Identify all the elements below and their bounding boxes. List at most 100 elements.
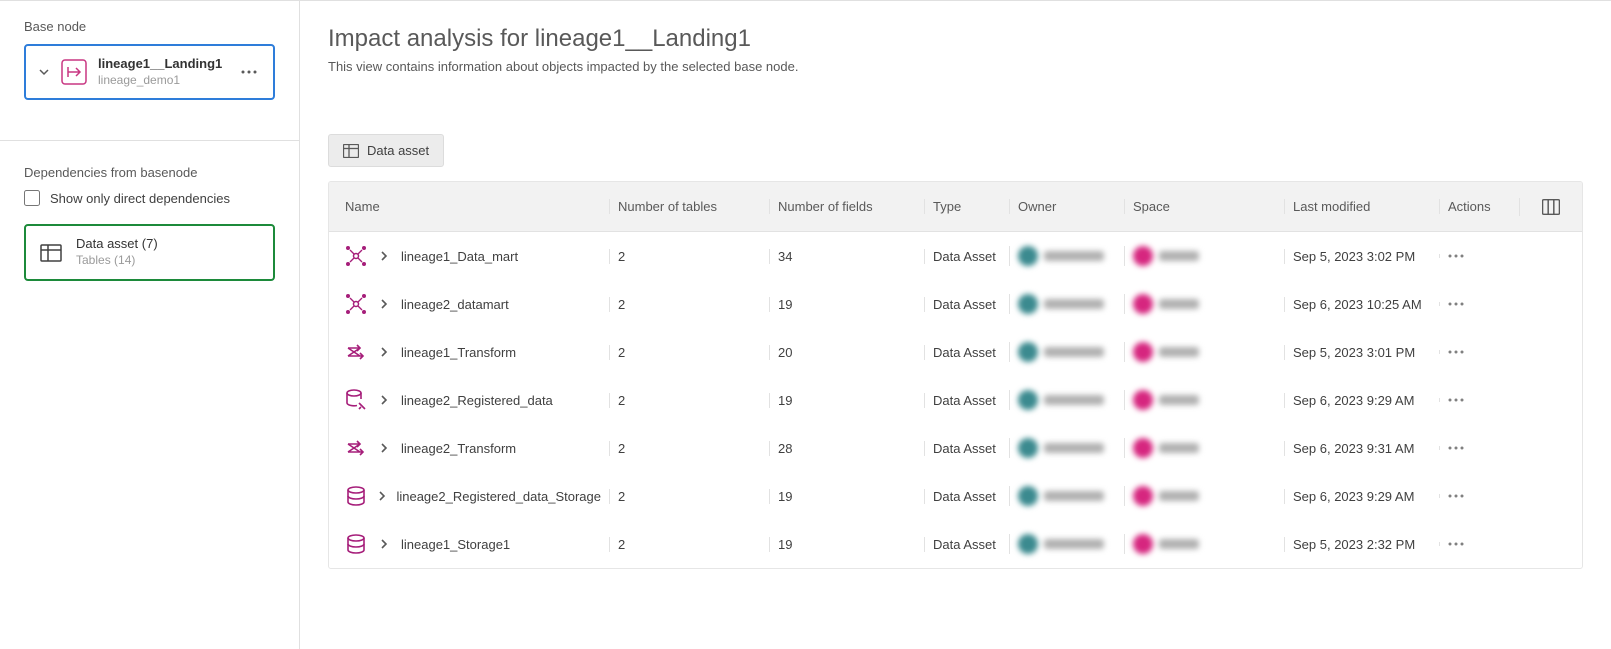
user-avatar-icon [1018, 246, 1038, 266]
more-icon[interactable] [1448, 398, 1464, 402]
row-actions[interactable] [1439, 302, 1519, 306]
more-icon[interactable] [1448, 254, 1464, 258]
more-icon[interactable] [1448, 494, 1464, 498]
asset-type-icon [345, 245, 367, 267]
chevron-right-icon[interactable] [377, 489, 386, 503]
row-fields: 20 [769, 345, 924, 360]
th-modified[interactable]: Last modified [1284, 199, 1439, 214]
row-owner [1009, 246, 1124, 266]
row-fields: 19 [769, 393, 924, 408]
row-owner [1009, 390, 1124, 410]
row-type: Data Asset [924, 441, 1009, 456]
space-avatar-icon [1133, 390, 1153, 410]
row-modified: Sep 5, 2023 3:02 PM [1284, 249, 1439, 264]
row-tables: 2 [609, 441, 769, 456]
row-name: lineage2_Registered_data [401, 393, 553, 408]
more-icon[interactable] [237, 60, 261, 84]
th-tables[interactable]: Number of tables [609, 199, 769, 214]
base-node-text: lineage1__Landing1 lineage_demo1 [98, 56, 227, 88]
row-name: lineage1_Transform [401, 345, 516, 360]
more-icon[interactable] [1448, 302, 1464, 306]
row-actions[interactable] [1439, 494, 1519, 498]
chevron-right-icon[interactable] [377, 537, 391, 551]
table-body: lineage1_Data_mart234Data AssetSep 5, 20… [329, 232, 1582, 568]
more-icon[interactable] [1448, 542, 1464, 546]
owner-name-redacted [1044, 443, 1104, 453]
chevron-right-icon[interactable] [377, 393, 391, 407]
th-type[interactable]: Type [924, 199, 1009, 214]
base-node-title: lineage1__Landing1 [98, 56, 227, 73]
table-row[interactable]: lineage2_Registered_data_Storage219Data … [329, 472, 1582, 520]
row-name: lineage2_Registered_data_Storage [396, 489, 601, 504]
owner-name-redacted [1044, 539, 1104, 549]
user-avatar-icon [1018, 486, 1038, 506]
row-space [1124, 246, 1284, 266]
th-space[interactable]: Space [1124, 199, 1284, 214]
more-icon[interactable] [1448, 446, 1464, 450]
row-type: Data Asset [924, 345, 1009, 360]
show-direct-checkbox-row[interactable]: Show only direct dependencies [24, 190, 275, 206]
th-actions[interactable]: Actions [1439, 199, 1519, 214]
row-modified: Sep 6, 2023 10:25 AM [1284, 297, 1439, 312]
space-avatar-icon [1133, 534, 1153, 554]
base-node-card[interactable]: lineage1__Landing1 lineage_demo1 [24, 44, 275, 100]
table-row[interactable]: lineage2_datamart219Data AssetSep 6, 202… [329, 280, 1582, 328]
dependency-card[interactable]: Data asset (7) Tables (14) [24, 224, 275, 280]
row-modified: Sep 6, 2023 9:31 AM [1284, 441, 1439, 456]
row-fields: 19 [769, 537, 924, 552]
show-direct-checkbox[interactable] [24, 190, 40, 206]
chevron-right-icon[interactable] [377, 441, 391, 455]
row-tables: 2 [609, 489, 769, 504]
more-icon[interactable] [1448, 350, 1464, 354]
asset-type-icon [345, 485, 367, 507]
owner-name-redacted [1044, 347, 1104, 357]
row-actions[interactable] [1439, 398, 1519, 402]
row-fields: 19 [769, 489, 924, 504]
user-avatar-icon [1018, 438, 1038, 458]
row-actions[interactable] [1439, 350, 1519, 354]
space-name-redacted [1159, 347, 1199, 357]
table-row[interactable]: lineage1_Storage1219Data AssetSep 5, 202… [329, 520, 1582, 568]
row-tables: 2 [609, 393, 769, 408]
page-title: Impact analysis for lineage1__Landing1 [328, 25, 1583, 53]
table-row[interactable]: lineage2_Transform228Data AssetSep 6, 20… [329, 424, 1582, 472]
asset-type-icon [345, 341, 367, 363]
chevron-down-icon[interactable] [38, 66, 50, 78]
columns-icon [1542, 198, 1560, 216]
user-avatar-icon [1018, 342, 1038, 362]
chevron-right-icon[interactable] [377, 345, 391, 359]
space-name-redacted [1159, 251, 1199, 261]
table-row[interactable]: lineage2_Registered_data219Data AssetSep… [329, 376, 1582, 424]
chevron-right-icon[interactable] [377, 249, 391, 263]
row-actions[interactable] [1439, 254, 1519, 258]
th-name[interactable]: Name [329, 199, 609, 214]
space-avatar-icon [1133, 246, 1153, 266]
divider [0, 140, 299, 141]
th-column-settings[interactable] [1519, 198, 1582, 216]
row-type: Data Asset [924, 537, 1009, 552]
space-avatar-icon [1133, 342, 1153, 362]
app-icon [60, 58, 88, 86]
data-asset-tab[interactable]: Data asset [328, 134, 444, 167]
row-modified: Sep 5, 2023 2:32 PM [1284, 537, 1439, 552]
table-row[interactable]: lineage1_Data_mart234Data AssetSep 5, 20… [329, 232, 1582, 280]
user-avatar-icon [1018, 390, 1038, 410]
sidebar: Base node lineage1__Landing1 lineage_dem… [0, 1, 300, 649]
owner-name-redacted [1044, 299, 1104, 309]
row-actions[interactable] [1439, 542, 1519, 546]
row-owner [1009, 294, 1124, 314]
row-name: lineage1_Storage1 [401, 537, 510, 552]
space-avatar-icon [1133, 486, 1153, 506]
space-name-redacted [1159, 539, 1199, 549]
space-name-redacted [1159, 299, 1199, 309]
chevron-right-icon[interactable] [377, 297, 391, 311]
row-name: lineage1_Data_mart [401, 249, 518, 264]
th-fields[interactable]: Number of fields [769, 199, 924, 214]
row-tables: 2 [609, 345, 769, 360]
space-name-redacted [1159, 395, 1199, 405]
th-owner[interactable]: Owner [1009, 199, 1124, 214]
row-space [1124, 534, 1284, 554]
table-row[interactable]: lineage1_Transform220Data AssetSep 5, 20… [329, 328, 1582, 376]
row-space [1124, 438, 1284, 458]
row-actions[interactable] [1439, 446, 1519, 450]
